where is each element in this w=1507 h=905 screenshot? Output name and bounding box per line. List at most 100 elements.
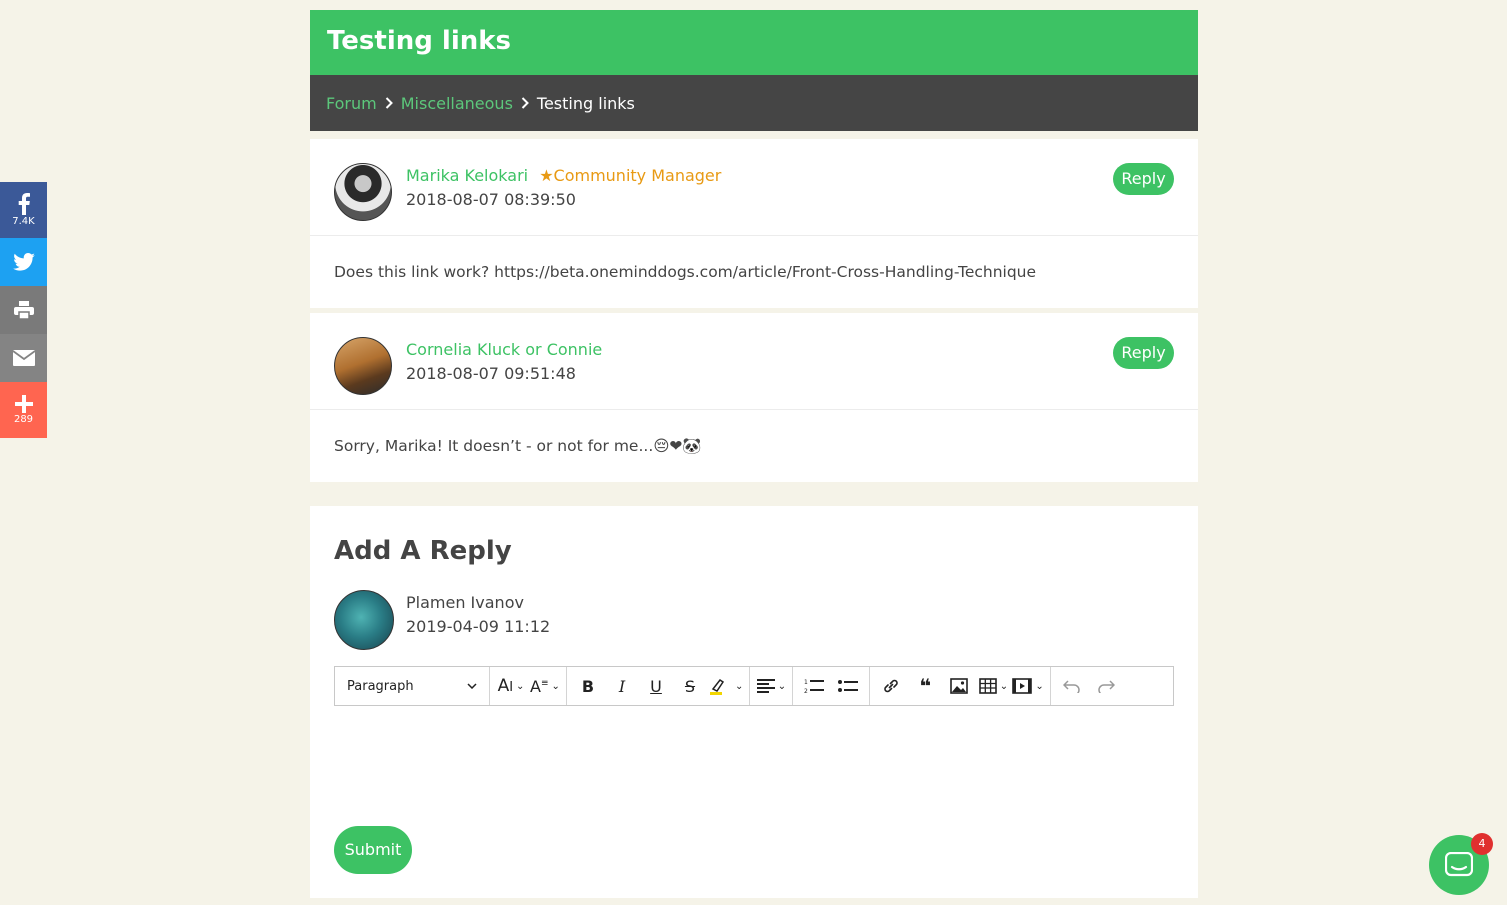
svg-text:1: 1: [804, 679, 808, 686]
font-family-button[interactable]: A≡ ⌄: [528, 671, 562, 701]
toolbar-group-lists: 12: [793, 667, 871, 705]
svg-text:2: 2: [804, 688, 808, 694]
reply-button[interactable]: Reply: [1113, 163, 1174, 195]
plus-icon: [14, 395, 33, 413]
current-date: 2019-04-09 11:12: [406, 617, 551, 636]
breadcrumb: Forum Miscellaneous Testing links: [310, 75, 1198, 131]
image-button[interactable]: [942, 671, 976, 701]
undo-icon: [1062, 680, 1080, 693]
media-icon: [1012, 678, 1033, 694]
blockquote-button[interactable]: ❝: [908, 671, 942, 701]
chevron-right-icon: [521, 97, 529, 109]
role-badge: ★Community Manager: [539, 166, 721, 185]
forum-thread: Testing links Forum Miscellaneous Testin…: [310, 10, 1198, 898]
block-format-value: Paragraph: [347, 678, 414, 694]
highlighter-icon: [710, 678, 725, 695]
italic-icon: I: [618, 676, 626, 696]
chevron-down-icon: ⌄: [999, 680, 1009, 692]
font-size-button[interactable]: AI ⌄: [494, 671, 528, 701]
more-share-count: 289: [13, 414, 34, 425]
link-icon: [884, 679, 899, 693]
bold-button[interactable]: B: [571, 671, 605, 701]
more-share-button[interactable]: 289: [0, 382, 47, 438]
link-button[interactable]: [874, 671, 908, 701]
media-button[interactable]: ⌄: [1010, 671, 1045, 701]
table-icon: [978, 678, 997, 694]
chat-icon: [1445, 852, 1473, 877]
post-header: Cornelia Kluck or Connie 2018-08-07 09:5…: [310, 313, 1198, 410]
toolbar-group-style: B I U S ⌄: [567, 667, 751, 705]
chevron-right-icon: [385, 97, 393, 109]
share-sidebar: 7.4K 289: [0, 182, 47, 438]
facebook-icon: [18, 193, 30, 215]
email-share-button[interactable]: [0, 334, 47, 382]
chevron-down-icon: ⌄: [777, 680, 787, 692]
redo-icon: [1098, 680, 1115, 693]
highlight-button[interactable]: ⌄: [707, 671, 745, 701]
strikethrough-button[interactable]: S: [673, 671, 707, 701]
avatar[interactable]: [334, 163, 392, 221]
facebook-share-button[interactable]: 7.4K: [0, 182, 47, 238]
strikethrough-icon: S: [684, 676, 696, 696]
bulleted-list-icon: [838, 680, 859, 692]
notification-badge: 4: [1471, 833, 1493, 855]
post-body: Does this link work? https://beta.onemin…: [334, 263, 1037, 281]
submit-button[interactable]: Submit: [334, 826, 412, 874]
reply-editor[interactable]: [334, 706, 1174, 806]
chevron-down-icon: [467, 683, 477, 689]
envelope-icon: [12, 350, 35, 366]
chat-launcher-button[interactable]: 4: [1429, 833, 1493, 895]
twitter-share-button[interactable]: [0, 238, 47, 286]
bulleted-list-button[interactable]: [831, 671, 865, 701]
post-date: 2018-08-07 08:39:50: [406, 190, 576, 209]
chevron-down-icon: ⌄: [735, 680, 744, 692]
print-share-button[interactable]: [0, 286, 47, 334]
redo-button[interactable]: [1089, 671, 1123, 701]
bold-icon: B: [581, 676, 595, 696]
editor-toolbar: Paragraph AI ⌄ A≡ ⌄ B I U S ⌄ ⌄ 1 2 ❝ ⌄ …: [334, 666, 1174, 706]
post-author: Marika Kelokari ★Community Manager: [406, 166, 721, 185]
role-badge-label: Community Manager: [553, 166, 722, 185]
toolbar-group-history: [1051, 667, 1127, 705]
reply-form: Add A Reply Plamen Ivanov 2019-04-09 11:…: [310, 506, 1198, 898]
post-author-name[interactable]: Cornelia Kluck or Connie: [406, 340, 602, 359]
block-format-select[interactable]: Paragraph: [339, 671, 485, 701]
toolbar-group-align: ⌄: [750, 667, 794, 705]
post-body: Sorry, Marika! It doesn’t - or not for m…: [334, 437, 702, 455]
star-icon: ★: [539, 166, 554, 185]
breadcrumb-current: Testing links: [536, 93, 635, 113]
table-button[interactable]: ⌄: [976, 671, 1010, 701]
forum-post: Marika Kelokari ★Community Manager 2018-…: [310, 139, 1198, 308]
italic-button[interactable]: I: [605, 671, 639, 701]
breadcrumb-category-link[interactable]: Miscellaneous: [401, 94, 513, 113]
current-user-name: Plamen Ivanov: [406, 593, 524, 612]
reply-button[interactable]: Reply: [1113, 337, 1174, 369]
post-date: 2018-08-07 09:51:48: [406, 364, 576, 383]
numbered-list-icon: 12: [804, 679, 825, 694]
numbered-list-button[interactable]: 12: [797, 671, 831, 701]
toolbar-group-font: AI ⌄ A≡ ⌄: [490, 667, 567, 705]
quote-icon: ❝: [919, 674, 932, 698]
toolbar-group-insert: ❝ ⌄ ⌄: [870, 667, 1051, 705]
underline-icon: U: [650, 676, 662, 696]
forum-post: Cornelia Kluck or Connie 2018-08-07 09:5…: [310, 313, 1198, 482]
twitter-icon: [12, 253, 35, 271]
page-title: Testing links: [310, 10, 1198, 75]
facebook-share-count: 7.4K: [12, 216, 35, 227]
chevron-down-icon: ⌄: [551, 680, 560, 692]
chevron-down-icon: ⌄: [516, 680, 525, 692]
avatar[interactable]: [334, 337, 392, 395]
font-family-icon: A≡: [530, 676, 549, 696]
breadcrumb-forum-link[interactable]: Forum: [326, 94, 377, 113]
post-header: Marika Kelokari ★Community Manager 2018-…: [310, 139, 1198, 236]
align-left-icon: [756, 679, 775, 693]
underline-button[interactable]: U: [639, 671, 673, 701]
undo-button[interactable]: [1055, 671, 1089, 701]
post-author: Cornelia Kluck or Connie: [406, 340, 602, 359]
post-author-name[interactable]: Marika Kelokari: [406, 166, 528, 185]
reply-form-title: Add A Reply: [334, 536, 512, 566]
printer-icon: [13, 301, 34, 319]
font-size-icon: AI: [497, 676, 514, 696]
alignment-button[interactable]: ⌄: [754, 671, 788, 701]
chevron-down-icon: ⌄: [1035, 680, 1044, 692]
